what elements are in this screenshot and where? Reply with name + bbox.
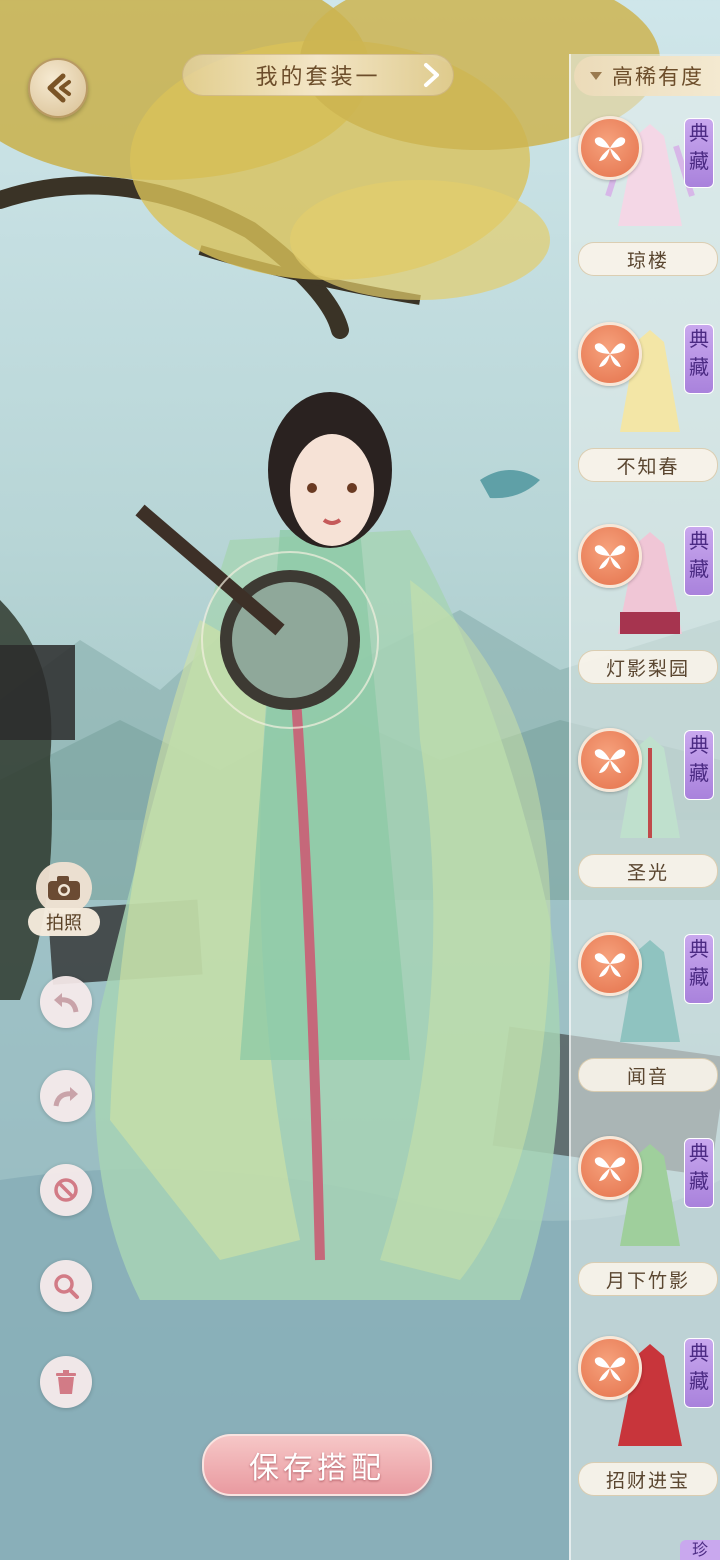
rarity-tag: 典藏 <box>684 526 714 596</box>
outfit-name: 圣光 <box>578 854 718 888</box>
rarity-tag: 典藏 <box>684 324 714 394</box>
outfit-name: 闻音 <box>578 1058 718 1092</box>
butterfly-badge <box>578 932 642 996</box>
sort-label: 高稀有度 <box>612 65 704 89</box>
outfit-name: 不知春 <box>578 448 718 482</box>
sort-dropdown[interactable]: 高稀有度 <box>574 56 720 96</box>
butterfly-icon <box>594 1357 626 1381</box>
butterfly-icon <box>594 137 626 161</box>
save-label: 保存搭配 <box>249 1451 385 1486</box>
outfit-title-bar[interactable]: 我的套装一 <box>182 54 454 96</box>
butterfly-badge <box>578 524 642 588</box>
delete-button[interactable] <box>40 1356 92 1408</box>
outfit-item[interactable]: 典藏 不知春 <box>574 316 720 516</box>
undo-button[interactable] <box>40 976 92 1028</box>
camera-icon-bg <box>36 862 92 914</box>
character-illustration <box>95 392 560 1300</box>
back-arrow-icon <box>47 73 71 103</box>
back-button[interactable] <box>28 58 88 118</box>
zoom-button[interactable] <box>40 1260 92 1312</box>
outfit-item[interactable]: 典藏 圣光 <box>574 722 720 922</box>
trash-icon <box>56 1370 76 1394</box>
butterfly-icon <box>594 343 626 367</box>
next-chevron-icon[interactable] <box>420 62 444 88</box>
outfit-name: 琼楼 <box>578 242 718 276</box>
butterfly-badge <box>578 116 642 180</box>
photo-button[interactable]: 拍照 <box>28 862 100 942</box>
butterfly-icon <box>594 953 626 977</box>
outfit-name: 灯影梨园 <box>578 650 718 684</box>
butterfly-badge <box>578 1136 642 1200</box>
rarity-tag: 典藏 <box>684 934 714 1004</box>
butterfly-icon <box>594 749 626 773</box>
outfit-title: 我的套装一 <box>255 65 381 90</box>
redo-icon <box>53 1087 78 1107</box>
outfit-item[interactable]: 典藏 月下竹影 <box>574 1130 720 1330</box>
photo-label: 拍照 <box>28 908 100 936</box>
butterfly-icon <box>594 545 626 569</box>
butterfly-badge <box>578 728 642 792</box>
outfit-name: 招财进宝 <box>578 1462 718 1496</box>
outfit-name: 月下竹影 <box>578 1262 718 1296</box>
clear-button[interactable] <box>40 1164 92 1216</box>
dropdown-triangle-icon <box>590 72 602 80</box>
undo-icon <box>54 993 79 1013</box>
rarity-tag: 典藏 <box>684 1338 714 1408</box>
partial-rarity-tag: 珍 <box>680 1540 720 1560</box>
butterfly-icon <box>594 1157 626 1181</box>
outfit-item[interactable]: 典藏 琼楼 <box>574 110 720 310</box>
forbid-icon <box>54 1178 78 1202</box>
save-outfit-button[interactable]: 保存搭配 <box>202 1434 432 1496</box>
outfit-item[interactable]: 典藏 闻音 <box>574 926 720 1126</box>
rarity-tag: 典藏 <box>684 118 714 188</box>
rarity-tag: 典藏 <box>684 1138 714 1208</box>
outfit-item[interactable]: 典藏 灯影梨园 <box>574 518 720 718</box>
partial-tag-text: 珍 <box>691 1540 708 1559</box>
camera-icon <box>48 876 80 900</box>
outfit-item[interactable]: 典藏 招财进宝 <box>574 1330 720 1530</box>
butterfly-badge <box>578 322 642 386</box>
redo-button[interactable] <box>40 1070 92 1122</box>
zoom-icon <box>54 1274 79 1299</box>
rarity-tag: 典藏 <box>684 730 714 800</box>
butterfly-badge <box>578 1336 642 1400</box>
